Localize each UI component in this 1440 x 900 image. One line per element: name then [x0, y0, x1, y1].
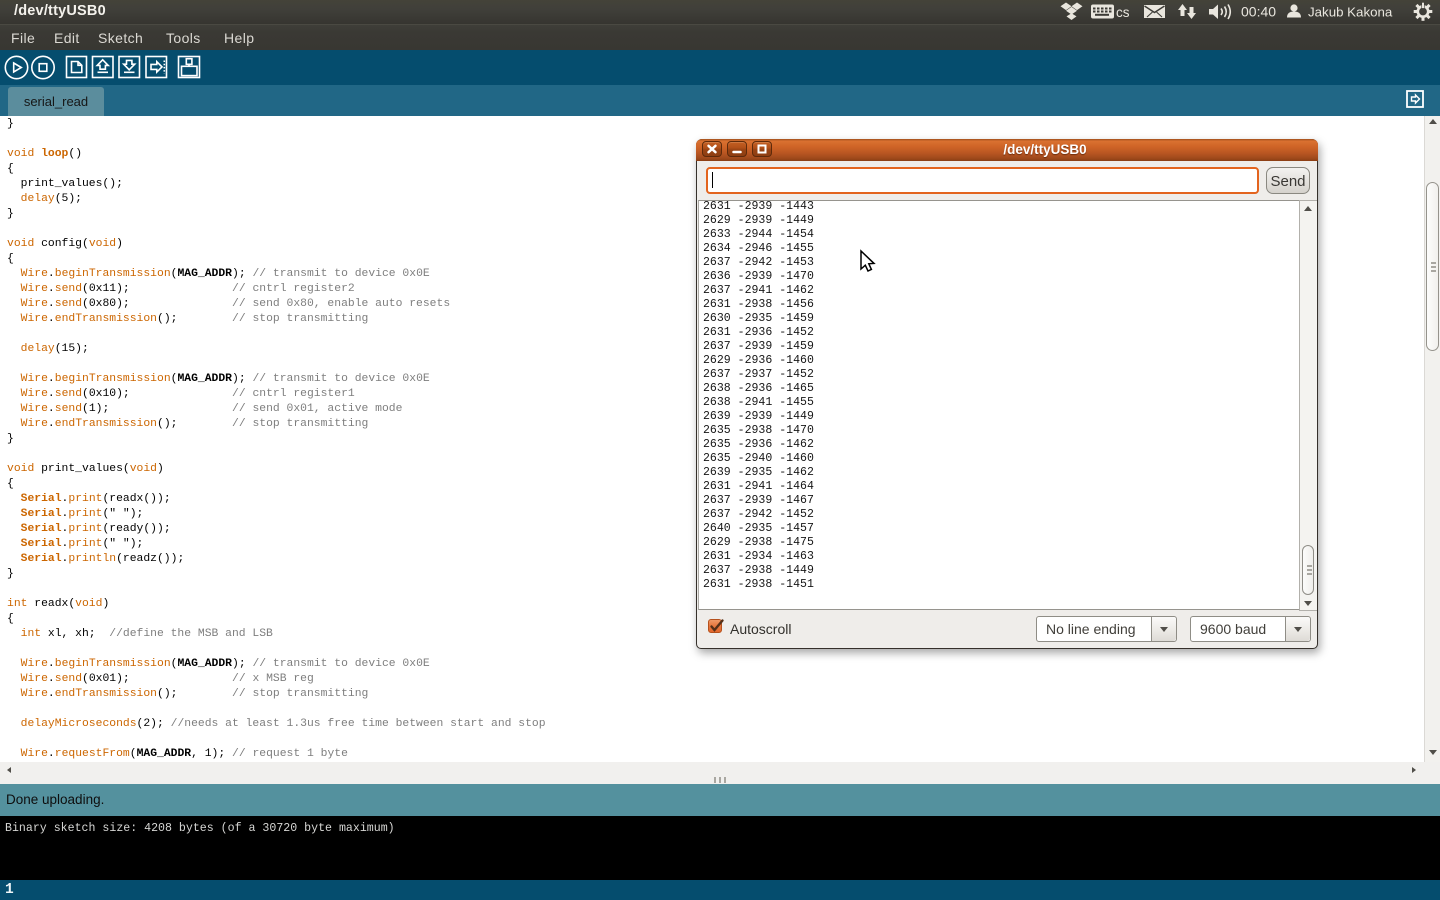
svg-text:cs: cs: [1116, 5, 1130, 20]
svg-text:00:40: 00:40: [1241, 4, 1276, 20]
svg-text:Jakub Kakona: Jakub Kakona: [1308, 5, 1393, 20]
